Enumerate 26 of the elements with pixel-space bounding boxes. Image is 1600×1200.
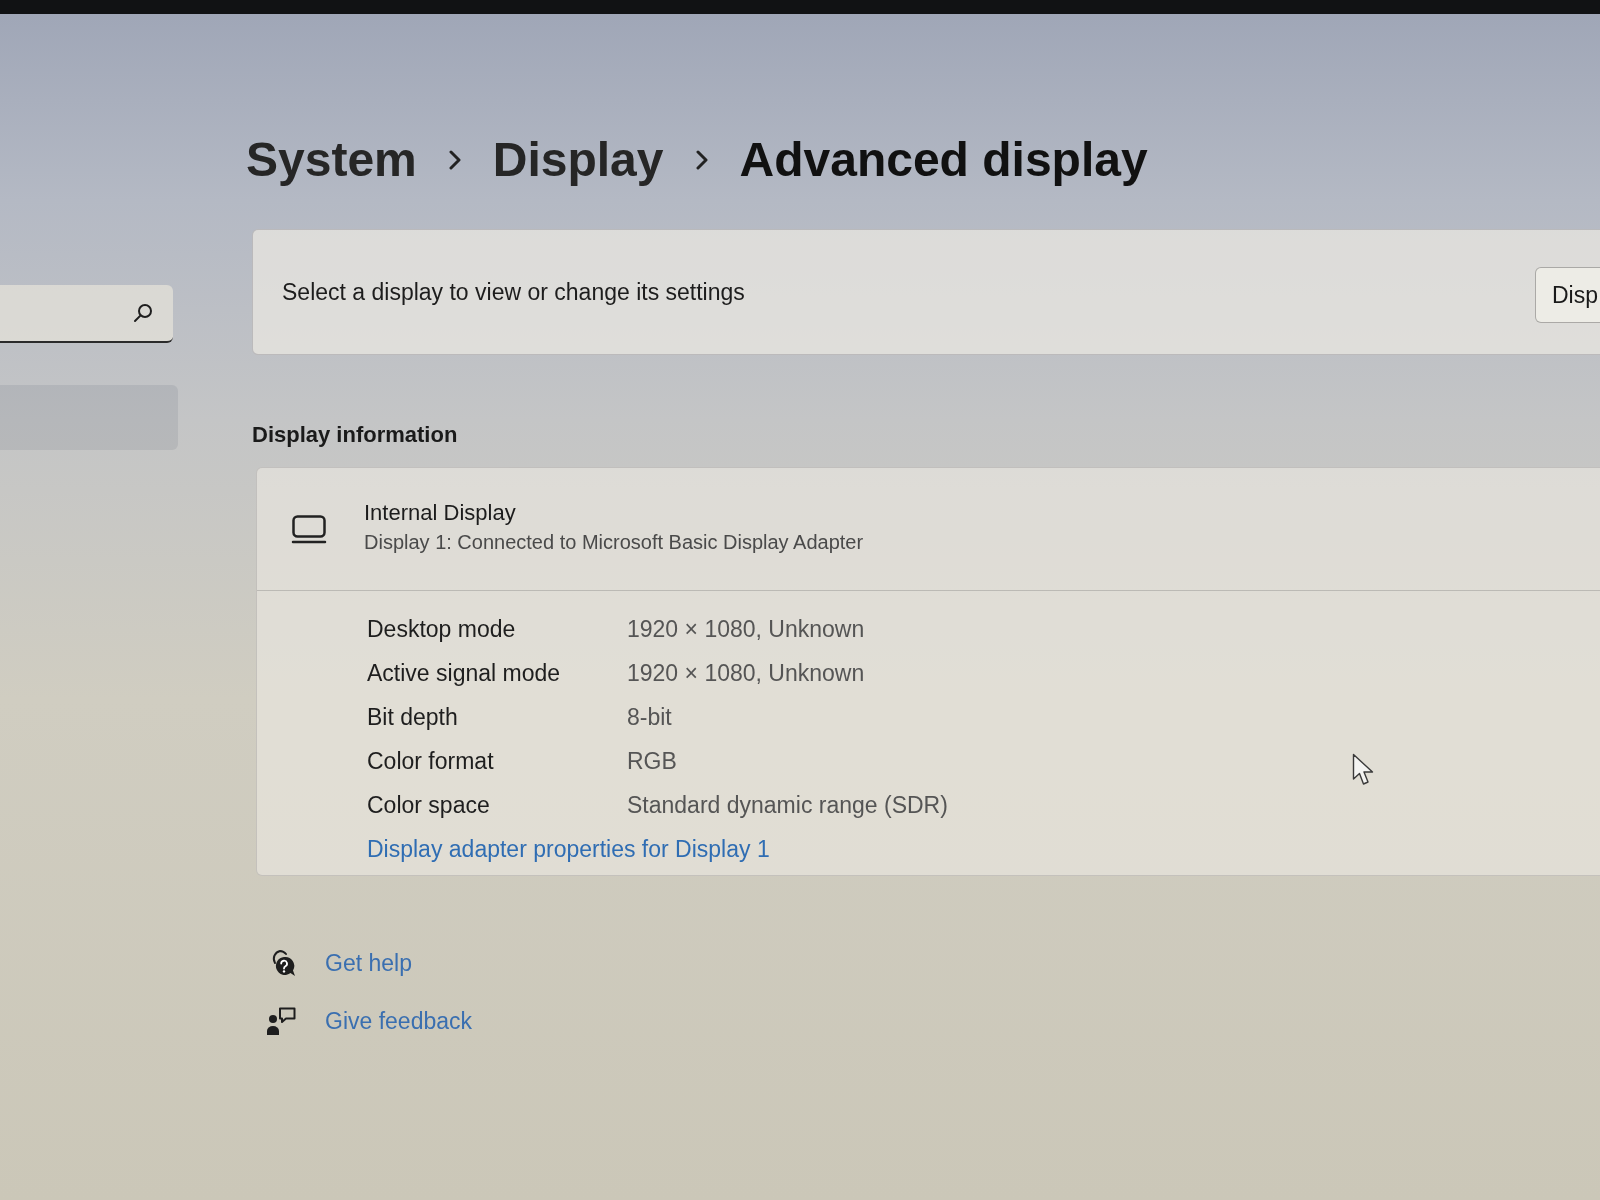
property-label: Color format <box>367 747 495 775</box>
search-field[interactable] <box>0 285 173 343</box>
display-name: Internal Display <box>364 499 517 527</box>
chevron-right-icon <box>695 150 708 170</box>
display-description: Display 1: Connected to Microsoft Basic Display Adapter <box>364 530 864 555</box>
property-value: 1920 × 1080, Unknown <box>627 615 865 643</box>
mouse-pointer-icon <box>1352 753 1376 787</box>
property-label: Bit depth <box>367 703 459 731</box>
page-title: Advanced display <box>739 132 1148 188</box>
chevron-right-icon <box>448 150 461 170</box>
property-label: Color space <box>367 791 491 819</box>
property-label: Active signal mode <box>367 659 562 687</box>
section-heading: Display information <box>252 421 458 449</box>
display-dropdown-button[interactable]: Disp <box>1535 267 1600 323</box>
adapter-properties-link[interactable]: Display adapter properties for Display 1 <box>367 827 770 871</box>
property-value: Standard dynamic range (SDR) <box>627 791 948 819</box>
property-label: Desktop mode <box>367 615 517 643</box>
breadcrumb-link[interactable]: System <box>246 130 417 190</box>
property-value: 1920 × 1080, Unknown <box>627 659 865 687</box>
display-selector-prompt: Select a display to view or change its settings <box>282 278 745 306</box>
breadcrumb-link[interactable]: Display <box>492 130 664 190</box>
search-icon <box>133 303 153 323</box>
property-value: RGB <box>627 747 677 775</box>
person-speech-bubble-icon <box>266 1006 296 1036</box>
laptop-icon <box>291 514 327 544</box>
property-value: 8-bit <box>627 703 672 731</box>
